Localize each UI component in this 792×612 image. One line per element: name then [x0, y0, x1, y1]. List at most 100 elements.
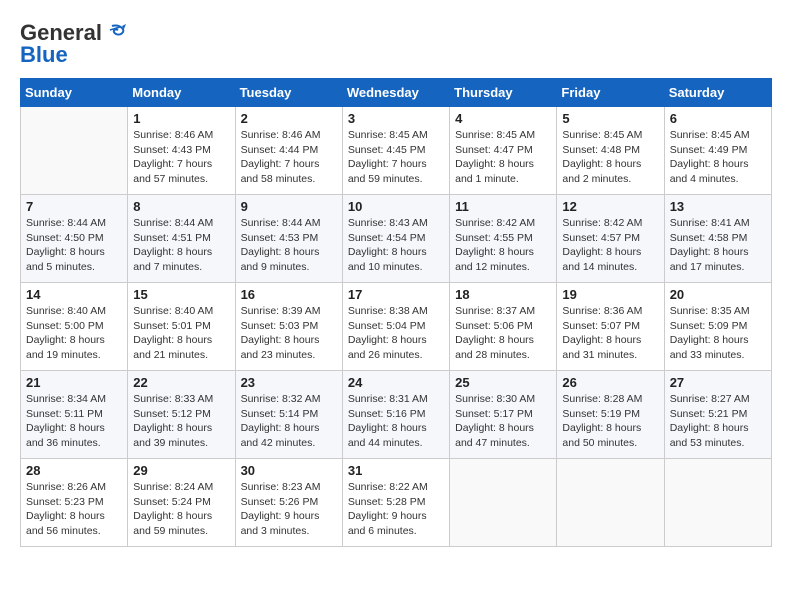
calendar-cell: 20 Sunrise: 8:35 AM Sunset: 5:09 PM Dayli…	[664, 283, 771, 371]
day-number: 27	[670, 375, 766, 390]
week-row-4: 21 Sunrise: 8:34 AM Sunset: 5:11 PM Dayli…	[21, 371, 772, 459]
calendar-cell: 23 Sunrise: 8:32 AM Sunset: 5:14 PM Dayli…	[235, 371, 342, 459]
week-row-2: 7 Sunrise: 8:44 AM Sunset: 4:50 PM Daylig…	[21, 195, 772, 283]
day-info: Sunrise: 8:40 AM Sunset: 5:00 PM Dayligh…	[26, 304, 122, 363]
calendar-cell: 12Sunrise: 8:42 AM Sunset: 4:57 PM Dayli…	[557, 195, 664, 283]
day-info: Sunrise: 8:22 AM Sunset: 5:28 PM Dayligh…	[348, 480, 444, 539]
day-info: Sunrise: 8:46 AM Sunset: 4:44 PM Dayligh…	[241, 128, 337, 187]
day-number: 16	[241, 287, 337, 302]
week-row-3: 14Sunrise: 8:40 AM Sunset: 5:00 PM Dayli…	[21, 283, 772, 371]
calendar-cell: 4 Sunrise: 8:45 AM Sunset: 4:47 PM Daylig…	[450, 107, 557, 195]
day-number: 17	[348, 287, 444, 302]
calendar-cell: 7 Sunrise: 8:44 AM Sunset: 4:50 PM Daylig…	[21, 195, 128, 283]
day-info: Sunrise: 8:23 AM Sunset: 5:26 PM Dayligh…	[241, 480, 337, 539]
day-info: Sunrise: 8:40 AM Sunset: 5:01 PM Dayligh…	[133, 304, 229, 363]
day-number: 25	[455, 375, 551, 390]
calendar-cell: 29 Sunrise: 8:24 AM Sunset: 5:24 PM Dayli…	[128, 459, 235, 547]
day-number: 20	[670, 287, 766, 302]
day-info: Sunrise: 8:45 AM Sunset: 4:48 PM Dayligh…	[562, 128, 658, 187]
day-info: Sunrise: 8:32 AM Sunset: 5:14 PM Dayligh…	[241, 392, 337, 451]
day-number: 24	[348, 375, 444, 390]
day-info: Sunrise: 8:46 AM Sunset: 4:43 PM Dayligh…	[133, 128, 229, 187]
day-info: Sunrise: 8:35 AM Sunset: 5:09 PM Dayligh…	[670, 304, 766, 363]
day-info: Sunrise: 8:30 AM Sunset: 5:17 PM Dayligh…	[455, 392, 551, 451]
calendar-header-row: SundayMondayTuesdayWednesdayThursdayFrid…	[21, 79, 772, 107]
day-info: Sunrise: 8:44 AM Sunset: 4:53 PM Dayligh…	[241, 216, 337, 275]
day-number: 22	[133, 375, 229, 390]
day-info: Sunrise: 8:24 AM Sunset: 5:24 PM Dayligh…	[133, 480, 229, 539]
day-info: Sunrise: 8:44 AM Sunset: 4:50 PM Dayligh…	[26, 216, 122, 275]
calendar-cell: 2 Sunrise: 8:46 AM Sunset: 4:44 PM Daylig…	[235, 107, 342, 195]
column-header-tuesday: Tuesday	[235, 79, 342, 107]
day-number: 1	[133, 111, 229, 126]
column-header-sunday: Sunday	[21, 79, 128, 107]
day-number: 26	[562, 375, 658, 390]
day-info: Sunrise: 8:26 AM Sunset: 5:23 PM Dayligh…	[26, 480, 122, 539]
calendar-cell: 16 Sunrise: 8:39 AM Sunset: 5:03 PM Dayli…	[235, 283, 342, 371]
day-info: Sunrise: 8:45 AM Sunset: 4:45 PM Dayligh…	[348, 128, 444, 187]
day-info: Sunrise: 8:41 AM Sunset: 4:58 PM Dayligh…	[670, 216, 766, 275]
day-number: 21	[26, 375, 122, 390]
day-number: 9	[241, 199, 337, 214]
day-info: Sunrise: 8:45 AM Sunset: 4:47 PM Dayligh…	[455, 128, 551, 187]
calendar-cell: 11Sunrise: 8:42 AM Sunset: 4:55 PM Dayli…	[450, 195, 557, 283]
week-row-5: 28 Sunrise: 8:26 AM Sunset: 5:23 PM Dayli…	[21, 459, 772, 547]
column-header-thursday: Thursday	[450, 79, 557, 107]
week-row-1: 1 Sunrise: 8:46 AM Sunset: 4:43 PM Daylig…	[21, 107, 772, 195]
day-number: 12	[562, 199, 658, 214]
calendar-cell: 24Sunrise: 8:31 AM Sunset: 5:16 PM Dayli…	[342, 371, 449, 459]
calendar-cell: 30 Sunrise: 8:23 AM Sunset: 5:26 PM Dayli…	[235, 459, 342, 547]
column-header-monday: Monday	[128, 79, 235, 107]
calendar-cell	[664, 459, 771, 547]
column-header-friday: Friday	[557, 79, 664, 107]
day-info: Sunrise: 8:33 AM Sunset: 5:12 PM Dayligh…	[133, 392, 229, 451]
day-number: 3	[348, 111, 444, 126]
day-number: 29	[133, 463, 229, 478]
day-info: Sunrise: 8:37 AM Sunset: 5:06 PM Dayligh…	[455, 304, 551, 363]
day-info: Sunrise: 8:39 AM Sunset: 5:03 PM Dayligh…	[241, 304, 337, 363]
calendar-cell: 6Sunrise: 8:45 AM Sunset: 4:49 PM Daylig…	[664, 107, 771, 195]
calendar-cell: 28 Sunrise: 8:26 AM Sunset: 5:23 PM Dayli…	[21, 459, 128, 547]
day-info: Sunrise: 8:27 AM Sunset: 5:21 PM Dayligh…	[670, 392, 766, 451]
calendar-cell: 19Sunrise: 8:36 AM Sunset: 5:07 PM Dayli…	[557, 283, 664, 371]
calendar-cell: 14Sunrise: 8:40 AM Sunset: 5:00 PM Dayli…	[21, 283, 128, 371]
day-info: Sunrise: 8:45 AM Sunset: 4:49 PM Dayligh…	[670, 128, 766, 187]
calendar-cell: 21 Sunrise: 8:34 AM Sunset: 5:11 PM Dayli…	[21, 371, 128, 459]
calendar-cell	[557, 459, 664, 547]
calendar-cell: 27 Sunrise: 8:27 AM Sunset: 5:21 PM Dayli…	[664, 371, 771, 459]
day-number: 4	[455, 111, 551, 126]
day-info: Sunrise: 8:38 AM Sunset: 5:04 PM Dayligh…	[348, 304, 444, 363]
logo-blue-text: Blue	[20, 42, 68, 68]
calendar-cell	[450, 459, 557, 547]
day-number: 28	[26, 463, 122, 478]
column-header-wednesday: Wednesday	[342, 79, 449, 107]
calendar-cell: 10Sunrise: 8:43 AM Sunset: 4:54 PM Dayli…	[342, 195, 449, 283]
day-number: 10	[348, 199, 444, 214]
day-number: 5	[562, 111, 658, 126]
calendar-cell: 22 Sunrise: 8:33 AM Sunset: 5:12 PM Dayli…	[128, 371, 235, 459]
calendar-cell: 8Sunrise: 8:44 AM Sunset: 4:51 PM Daylig…	[128, 195, 235, 283]
day-info: Sunrise: 8:34 AM Sunset: 5:11 PM Dayligh…	[26, 392, 122, 451]
calendar-cell: 3 Sunrise: 8:45 AM Sunset: 4:45 PM Daylig…	[342, 107, 449, 195]
day-info: Sunrise: 8:44 AM Sunset: 4:51 PM Dayligh…	[133, 216, 229, 275]
column-header-saturday: Saturday	[664, 79, 771, 107]
day-number: 31	[348, 463, 444, 478]
calendar-cell: 15 Sunrise: 8:40 AM Sunset: 5:01 PM Dayli…	[128, 283, 235, 371]
day-number: 23	[241, 375, 337, 390]
calendar-cell: 13 Sunrise: 8:41 AM Sunset: 4:58 PM Dayli…	[664, 195, 771, 283]
day-number: 30	[241, 463, 337, 478]
calendar-cell: 18 Sunrise: 8:37 AM Sunset: 5:06 PM Dayli…	[450, 283, 557, 371]
day-number: 2	[241, 111, 337, 126]
calendar-cell: 17 Sunrise: 8:38 AM Sunset: 5:04 PM Dayli…	[342, 283, 449, 371]
calendar-cell: 1 Sunrise: 8:46 AM Sunset: 4:43 PM Daylig…	[128, 107, 235, 195]
day-number: 7	[26, 199, 122, 214]
calendar-cell: 25 Sunrise: 8:30 AM Sunset: 5:17 PM Dayli…	[450, 371, 557, 459]
day-number: 15	[133, 287, 229, 302]
calendar-cell: 31 Sunrise: 8:22 AM Sunset: 5:28 PM Dayli…	[342, 459, 449, 547]
calendar-cell: 9 Sunrise: 8:44 AM Sunset: 4:53 PM Daylig…	[235, 195, 342, 283]
day-info: Sunrise: 8:36 AM Sunset: 5:07 PM Dayligh…	[562, 304, 658, 363]
day-info: Sunrise: 8:28 AM Sunset: 5:19 PM Dayligh…	[562, 392, 658, 451]
day-number: 13	[670, 199, 766, 214]
day-number: 18	[455, 287, 551, 302]
page-header: General Blue	[20, 20, 772, 68]
